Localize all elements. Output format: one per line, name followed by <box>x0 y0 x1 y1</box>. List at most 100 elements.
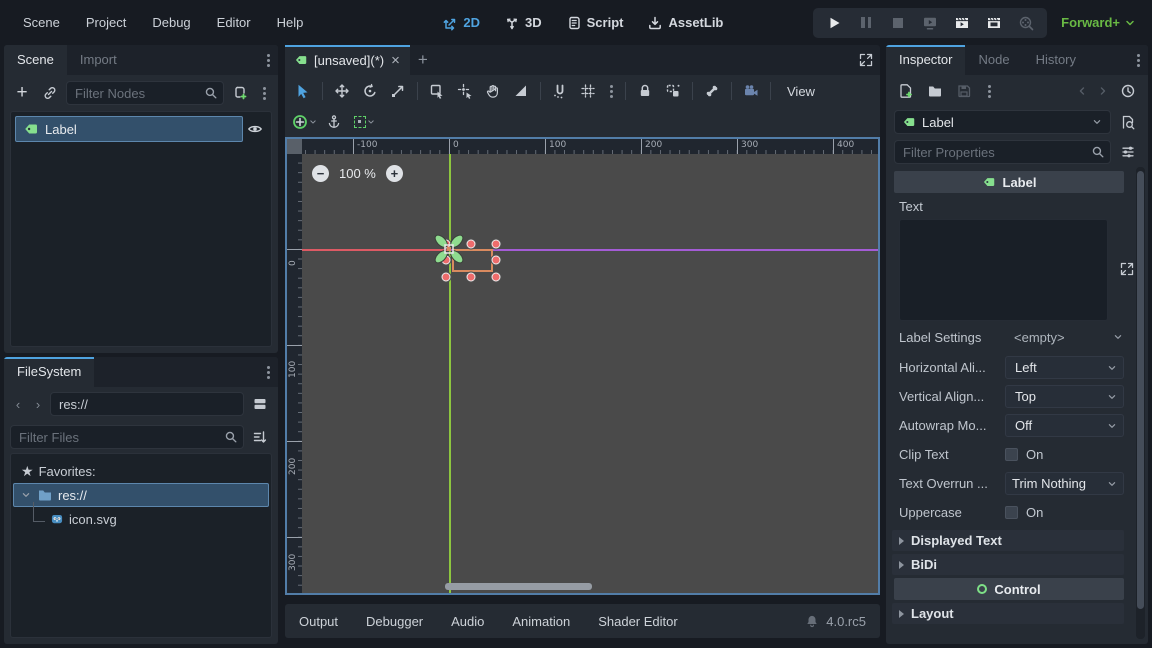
play-custom-scene-button[interactable] <box>980 10 1008 36</box>
bottom-tab-output[interactable]: Output <box>299 614 338 629</box>
horizontal-alignment-dropdown[interactable]: Left <box>1005 356 1124 379</box>
history-forward-button[interactable] <box>1095 79 1111 103</box>
menu-scene[interactable]: Scene <box>10 0 73 45</box>
selection-handle[interactable] <box>442 273 451 282</box>
camera-override-button[interactable] <box>738 78 764 104</box>
section-displayed-text[interactable]: Displayed Text <box>892 530 1124 551</box>
workspace-3d-button[interactable]: 3D <box>496 8 550 38</box>
anchor-preset-button[interactable] <box>322 110 346 134</box>
pan-tool[interactable] <box>480 78 506 104</box>
zoom-level-label[interactable]: 100 % <box>339 166 376 181</box>
scale-tool[interactable] <box>385 78 411 104</box>
split-view-button[interactable] <box>248 392 272 416</box>
distraction-free-button[interactable] <box>852 45 880 75</box>
new-scene-tab-button[interactable]: + <box>410 45 436 75</box>
menu-help[interactable]: Help <box>264 0 317 45</box>
horizontal-scrollbar[interactable] <box>445 583 592 590</box>
bottom-tab-shader-editor[interactable]: Shader Editor <box>598 614 678 629</box>
workspace-script-button[interactable]: Script <box>558 8 632 38</box>
lock-selection-button[interactable] <box>632 78 658 104</box>
tab-node[interactable]: Node <box>965 45 1022 75</box>
zoom-out-button[interactable]: − <box>312 165 329 182</box>
horizontal-ruler[interactable]: -100 0 100 200 300 400 <box>302 139 878 154</box>
2d-canvas[interactable]: − 100 % + <box>302 154 878 593</box>
filesystem-menu-button[interactable] <box>258 357 278 387</box>
section-bidi[interactable]: BiDi <box>892 554 1124 575</box>
filter-properties-input[interactable] <box>894 140 1111 164</box>
movie-maker-button[interactable] <box>1012 10 1040 36</box>
tab-filesystem[interactable]: FileSystem <box>4 357 94 387</box>
inspector-menu-button[interactable] <box>1128 45 1148 75</box>
favorites-row[interactable]: ★ Favorites: <box>11 459 271 483</box>
container-sizing-button[interactable] <box>348 110 382 134</box>
workspace-assetlib-button[interactable]: AssetLib <box>639 8 731 38</box>
tab-history[interactable]: History <box>1023 45 1089 75</box>
close-tab-button[interactable]: × <box>390 53 401 68</box>
new-resource-button[interactable] <box>894 79 918 103</box>
zoom-in-button[interactable]: + <box>386 165 403 182</box>
view-menu[interactable]: View <box>777 84 825 99</box>
expand-text-editor-button[interactable] <box>1119 261 1135 277</box>
play-remote-button[interactable] <box>916 10 944 36</box>
group-selection-button[interactable] <box>660 78 686 104</box>
bottom-tab-debugger[interactable]: Debugger <box>366 614 423 629</box>
path-input[interactable] <box>50 392 244 416</box>
tab-scene[interactable]: Scene <box>4 45 67 75</box>
skeleton-options-button[interactable] <box>699 78 725 104</box>
menu-project[interactable]: Project <box>73 0 139 45</box>
tab-import[interactable]: Import <box>67 45 130 75</box>
file-row-icon-svg[interactable]: icon.svg <box>11 507 271 531</box>
renderer-selector[interactable]: Forward+ <box>1061 15 1136 30</box>
bottom-tab-audio[interactable]: Audio <box>451 614 484 629</box>
selection-handle[interactable] <box>492 273 501 282</box>
rotate-tool[interactable] <box>357 78 383 104</box>
filter-nodes-input[interactable] <box>66 81 224 105</box>
version-label[interactable]: 4.0.rc5 <box>826 614 866 629</box>
text-property-editor[interactable] <box>899 219 1108 321</box>
file-sort-button[interactable] <box>248 425 272 449</box>
filter-files-input[interactable] <box>10 425 244 449</box>
grid-snap-button[interactable] <box>575 78 601 104</box>
bell-icon[interactable] <box>805 614 819 628</box>
vertical-ruler[interactable]: 0 100 200 300 <box>287 154 302 593</box>
history-back-button[interactable] <box>1074 79 1090 103</box>
section-layout[interactable]: Layout <box>892 603 1124 624</box>
play-button[interactable] <box>820 10 848 36</box>
scene-dock-menu-button[interactable] <box>258 45 278 75</box>
snap-options-button[interactable] <box>603 78 619 104</box>
pivot-tool[interactable] <box>452 78 478 104</box>
play-scene-button[interactable] <box>948 10 976 36</box>
list-select-tool[interactable] <box>424 78 450 104</box>
res-root-row[interactable]: res:// <box>13 483 269 507</box>
vertical-alignment-dropdown[interactable]: Top <box>1005 385 1124 408</box>
nav-forward-button[interactable]: › <box>30 392 46 416</box>
load-resource-button[interactable] <box>923 79 947 103</box>
attach-script-button[interactable] <box>228 81 252 105</box>
smart-snap-button[interactable] <box>547 78 573 104</box>
object-history-button[interactable] <box>1116 79 1140 103</box>
menu-debug[interactable]: Debug <box>139 0 203 45</box>
clip-text-checkbox[interactable] <box>1005 448 1018 461</box>
text-overrun-dropdown[interactable]: Trim Nothing <box>1005 472 1124 495</box>
selection-handle[interactable] <box>492 256 501 265</box>
open-docs-button[interactable] <box>1116 110 1140 134</box>
resource-options-button[interactable] <box>981 79 997 103</box>
pause-button[interactable] <box>852 10 880 36</box>
selection-handle[interactable] <box>492 240 501 249</box>
position-preset-button[interactable] <box>290 110 320 134</box>
anchor-gizmo[interactable] <box>421 225 477 273</box>
stop-button[interactable] <box>884 10 912 36</box>
scene-tab-unsaved[interactable]: [unsaved](*) × <box>285 45 410 75</box>
bottom-tab-animation[interactable]: Animation <box>512 614 570 629</box>
visibility-toggle[interactable] <box>243 117 267 141</box>
scrollbar-thumb[interactable] <box>1137 171 1144 609</box>
select-tool[interactable] <box>290 78 316 104</box>
uppercase-checkbox[interactable] <box>1005 506 1018 519</box>
scene-node-label[interactable]: Label <box>15 116 243 142</box>
inspector-scrollbar[interactable] <box>1136 167 1145 639</box>
add-node-button[interactable]: + <box>10 81 34 105</box>
edited-node-selector[interactable]: Label <box>894 110 1111 134</box>
label-settings-picker[interactable]: <empty> <box>1005 330 1124 345</box>
nav-back-button[interactable]: ‹ <box>10 392 26 416</box>
autowrap-mode-dropdown[interactable]: Off <box>1005 414 1124 437</box>
